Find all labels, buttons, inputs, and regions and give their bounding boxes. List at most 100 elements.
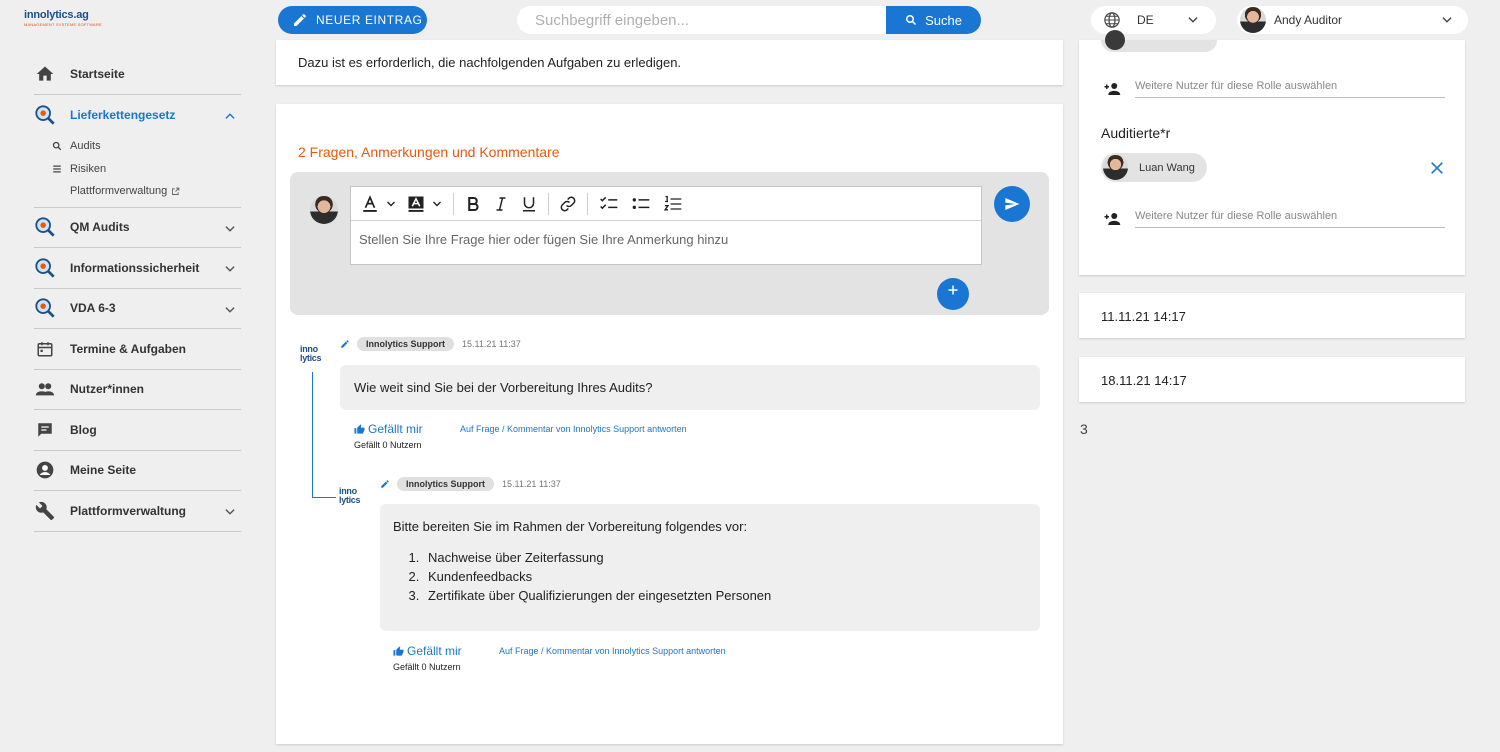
add-user-field[interactable]	[1135, 80, 1445, 98]
chevron-down-icon	[225, 225, 235, 232]
comment-meta: Innolytics Support 15.11.21 11:37	[340, 337, 521, 351]
pencil-icon	[294, 13, 306, 26]
plus-icon	[948, 285, 958, 295]
roles-card: Auditierte*r Luan Wang	[1079, 30, 1465, 275]
start-date: 11.11.21 14:17	[1101, 309, 1186, 324]
innolytics-logo[interactable]: innolytics.ag MANAGEMENT SYSTEME SOFTWAR…	[24, 9, 134, 29]
send-button[interactable]	[994, 186, 1030, 222]
comment-logo-line2: lytics	[339, 495, 361, 505]
author-chip[interactable]: Innolytics Support	[397, 477, 495, 491]
bold-button[interactable]	[464, 193, 482, 215]
sidebar-item-meine-seite[interactable]: Meine Seite	[34, 451, 241, 491]
link-icon	[560, 196, 576, 211]
magnifier-icon	[34, 297, 56, 319]
highlight-color-button[interactable]	[407, 193, 443, 215]
underline-icon	[523, 196, 535, 211]
checklist-button[interactable]	[598, 193, 620, 215]
search-input[interactable]	[517, 6, 886, 34]
chevron-down-icon	[387, 201, 395, 206]
toolbar-divider	[548, 192, 549, 215]
search-icon	[52, 141, 66, 151]
bullet-list-button[interactable]	[630, 193, 652, 215]
top-bar: innolytics.ag MANAGEMENT SYSTEME SOFTWAR…	[0, 0, 1500, 40]
numbered-list-button[interactable]	[662, 193, 684, 215]
list-item: Zertifikate über Qualifizierungen der ei…	[423, 586, 1027, 605]
reply-link[interactable]: Auf Frage / Kommentar von Innolytics Sup…	[460, 424, 687, 434]
like-button[interactable]: Gefällt mir	[393, 644, 462, 658]
add-user-field[interactable]	[1135, 210, 1445, 228]
sidebar-subitem-label: Audits	[70, 140, 101, 153]
sidebar-item-nutzer[interactable]: Nutzer*innen	[34, 370, 241, 410]
sidebar-item-label: Startseite	[70, 66, 125, 81]
sidebar-item-label: Nutzer*innen	[70, 382, 145, 397]
sidebar: Startseite Lieferkettengesetz Audits Ris…	[34, 54, 241, 532]
comment-composer	[290, 172, 1049, 315]
sidebar-item-vda-6-3[interactable]: VDA 6-3	[34, 289, 241, 329]
sidebar-subitem-label: Risiken	[70, 162, 107, 175]
sidebar-item-label: QM Audits	[70, 220, 130, 235]
chevron-down-icon	[225, 509, 235, 515]
intro-text: Dazu ist es erforderlich, die nachfolgen…	[298, 55, 682, 70]
new-entry-button[interactable]: NEUER EINTRAG	[278, 6, 427, 34]
bold-icon	[468, 196, 479, 211]
sidebar-subitem-plattformverwaltung[interactable]: Plattformverwaltung	[34, 180, 241, 203]
checklist-icon	[600, 196, 618, 209]
italic-button[interactable]	[492, 193, 510, 215]
user-menu[interactable]: Andy Auditor	[1237, 6, 1468, 34]
search-button[interactable]: Suche	[886, 6, 981, 34]
close-icon[interactable]	[1429, 160, 1445, 176]
likes-count: Gefällt 0 Nutzern	[354, 440, 422, 450]
search-button-label: Suche	[925, 12, 962, 28]
add-attachment-button[interactable]	[937, 278, 969, 310]
audited-person-chip[interactable]: Luan Wang	[1101, 153, 1207, 182]
font-color-icon	[363, 194, 377, 212]
sidebar-item-plattformverwaltung[interactable]: Plattformverwaltung	[34, 491, 241, 532]
thumbs-up-icon	[393, 645, 404, 656]
user-avatar	[1240, 7, 1266, 33]
sidebar-item-label: Informationssicherheit	[70, 260, 200, 275]
comment-text: Bitte bereiten Sie im Rahmen der Vorbere…	[393, 519, 748, 534]
author-chip[interactable]: Innolytics Support	[357, 337, 455, 351]
avatar	[1103, 155, 1128, 180]
person-add-icon[interactable]	[1101, 210, 1123, 228]
search-bar: Suche	[517, 6, 981, 34]
language-select[interactable]: DE	[1091, 6, 1216, 34]
sidebar-item-label: VDA 6-3	[70, 301, 116, 316]
people-icon	[34, 378, 56, 400]
comments-title: 2 Fragen, Anmerkungen und Kommentare	[298, 144, 560, 160]
sidebar-item-informationssicherheit[interactable]: Informationssicherheit	[34, 248, 241, 289]
font-color-button[interactable]	[361, 193, 397, 215]
underline-button[interactable]	[520, 193, 538, 215]
list-item: Kundenfeedbacks	[423, 567, 1027, 586]
edit-icon[interactable]	[340, 339, 350, 349]
sidebar-subitem-audits[interactable]: Audits	[34, 135, 241, 158]
edit-icon[interactable]	[380, 479, 390, 489]
thread-connector	[312, 372, 313, 498]
home-icon	[34, 63, 56, 85]
link-button[interactable]	[559, 193, 577, 215]
magnifier-icon	[34, 104, 56, 126]
italic-icon	[496, 196, 506, 211]
search-icon	[906, 15, 917, 26]
comment-logo-line2: lytics	[300, 353, 322, 363]
logo-tagline: MANAGEMENT SYSTEME SOFTWARE	[24, 22, 102, 27]
end-date: 18.11.21 14:17	[1101, 373, 1187, 388]
sidebar-item-blog[interactable]: Blog	[34, 410, 241, 451]
avatar	[1105, 30, 1125, 50]
sidebar-item-termine[interactable]: Termine & Aufgaben	[34, 329, 241, 370]
comment-bubble: Bitte bereiten Sie im Rahmen der Vorbere…	[380, 504, 1040, 631]
sidebar-item-lieferkettengesetz[interactable]: Lieferkettengesetz	[34, 95, 241, 136]
comment-input[interactable]	[359, 232, 959, 247]
like-button[interactable]: Gefällt mir	[354, 422, 423, 436]
sidebar-item-label: Meine Seite	[70, 463, 137, 478]
sidebar-item-qm-audits[interactable]: QM Audits	[34, 208, 241, 248]
add-user-row	[1101, 80, 1445, 98]
numbered-list-icon	[663, 195, 682, 210]
sidebar-subitem-risiken[interactable]: Risiken	[34, 158, 241, 181]
person-add-icon[interactable]	[1101, 80, 1123, 98]
comment-text: Wie weit sind Sie bei der Vorbereitung I…	[354, 380, 653, 395]
innolytics-comment-logo: inno lytics	[300, 345, 328, 363]
sidebar-item-startseite[interactable]: Startseite	[34, 54, 241, 95]
like-label: Gefällt mir	[407, 644, 462, 658]
reply-link[interactable]: Auf Frage / Kommentar von Innolytics Sup…	[499, 646, 726, 656]
